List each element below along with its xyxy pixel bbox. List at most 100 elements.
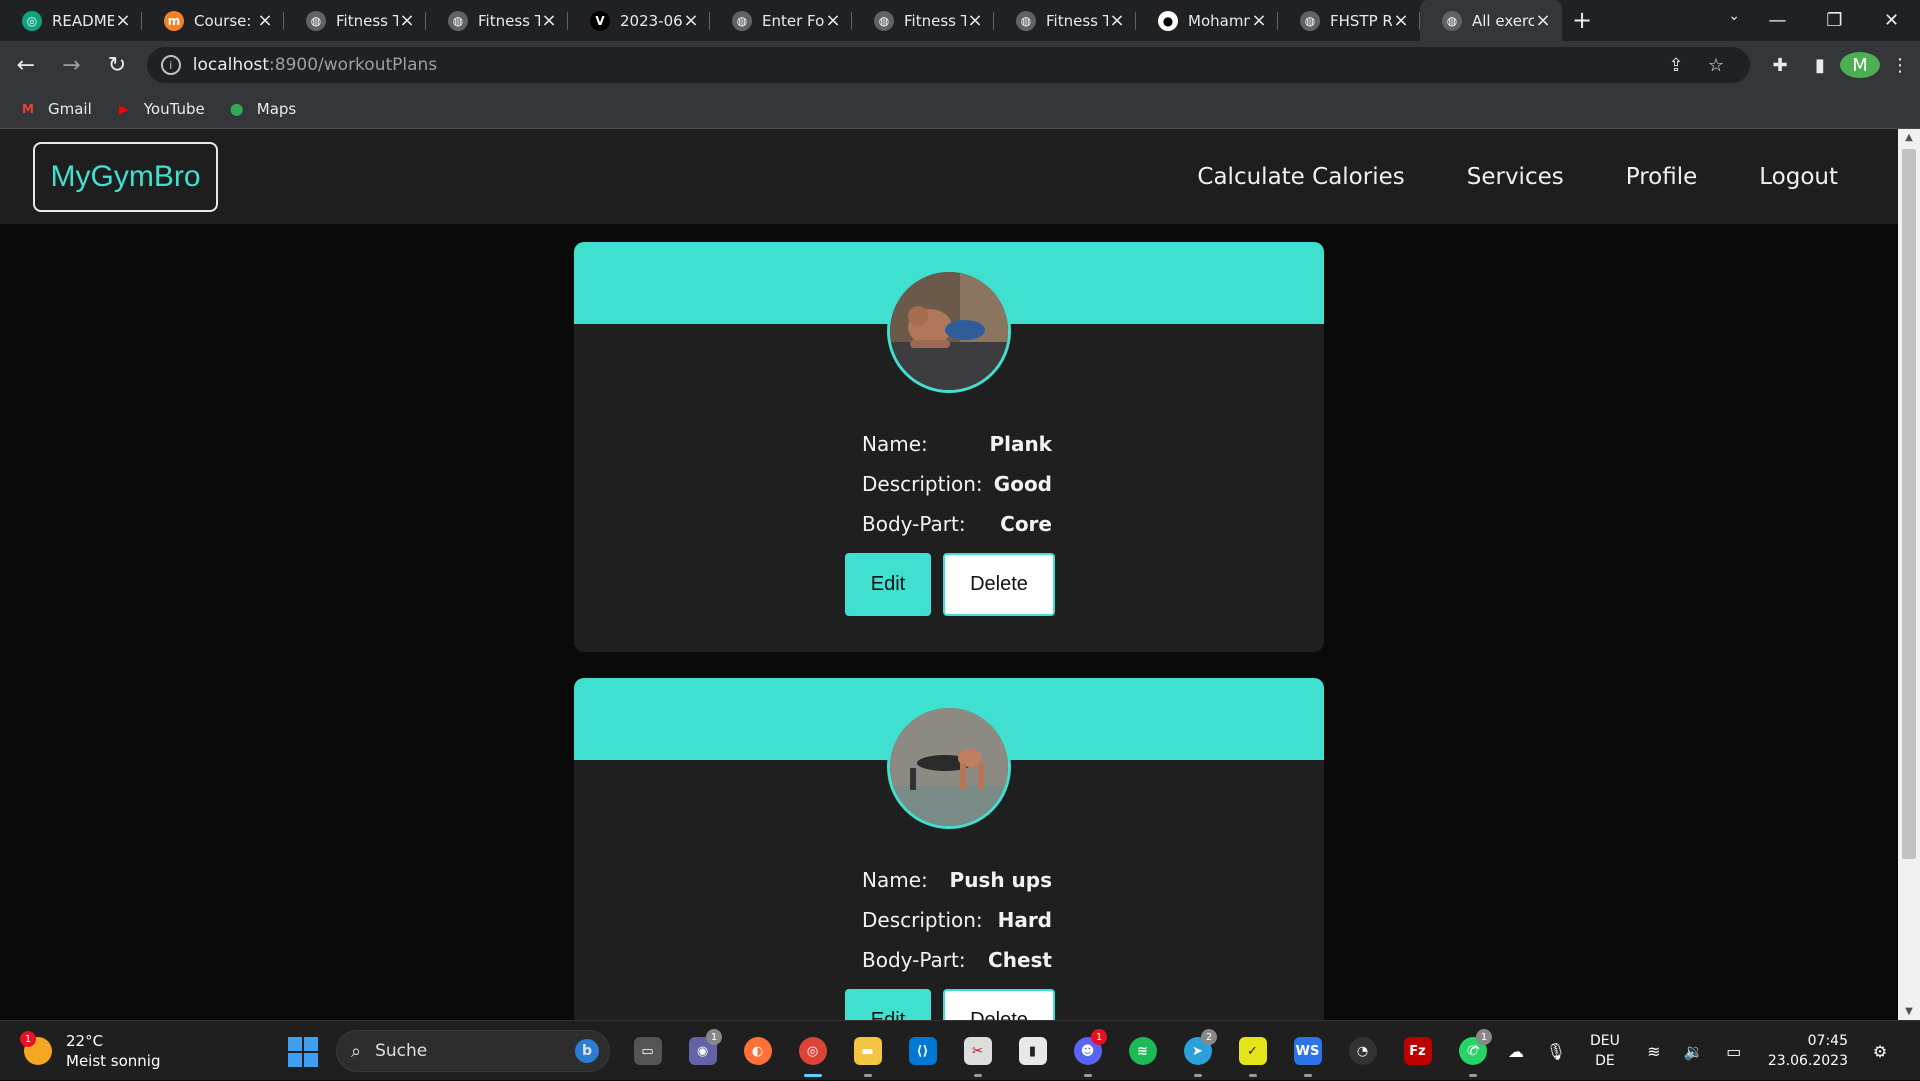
scroll-down-arrow-icon[interactable]: ▼ — [1898, 1006, 1920, 1017]
close-window-button[interactable]: ✕ — [1863, 10, 1920, 31]
delete-button[interactable]: Delete — [943, 989, 1055, 1020]
bookmark-youtube[interactable]: ▶ YouTube — [114, 100, 205, 118]
browser-tab[interactable]: ◍ FHSTP RI × — [1278, 0, 1420, 41]
browser-tab[interactable]: ◍ Enter Foo× — [710, 0, 852, 41]
nav-profile[interactable]: Profile — [1626, 164, 1698, 190]
file-explorer-icon[interactable]: ▬ — [840, 1031, 895, 1077]
browser-tab[interactable]: V 2023-06- × — [568, 0, 710, 41]
clock[interactable]: 07:45 23.06.2023 — [1768, 1031, 1848, 1071]
browser-tab[interactable]: m Course: 2× — [142, 0, 284, 41]
tab-favicon-icon: ◍ — [306, 10, 326, 31]
battery-icon[interactable]: ▭ — [1714, 1042, 1754, 1061]
tab-title: All exerci — [1472, 11, 1534, 30]
wifi-icon[interactable]: ≋ — [1634, 1042, 1674, 1061]
tab-close-icon[interactable]: × — [966, 10, 984, 31]
twitch-icon[interactable]: ▮ — [1005, 1031, 1060, 1071]
chrome-icon[interactable]: ◎ — [785, 1031, 840, 1077]
tab-close-icon[interactable]: × — [1534, 10, 1552, 31]
browser-tab[interactable]: ◍ All exerci × — [1420, 0, 1562, 41]
pinned-apps: ▭ ◉ 1 ◐ ◎ ▬ ⟨⟩ ✂ ▮ ☻ 1 ≋ ➤ 2 ✓ WS ◔ Fz ✆ 1 — [620, 1029, 1500, 1077]
exercise-photo — [887, 705, 1011, 829]
filezilla-icon[interactable]: Fz — [1390, 1031, 1445, 1071]
exercise-body-part: Core — [1000, 512, 1052, 536]
tab-close-icon[interactable]: × — [256, 10, 274, 31]
browser-tab[interactable]: ◍ Fitness Tr× — [426, 0, 568, 41]
url-text[interactable]: localhost:8900/workoutPlans — [193, 55, 1656, 75]
windows-taskbar: 1 22°C Meist sonnig ⌕ Suche b ▭ ◉ 1 ◐ ◎ ▬… — [0, 1020, 1920, 1080]
scrollbar-thumb[interactable] — [1902, 149, 1916, 859]
tab-close-icon[interactable]: × — [824, 10, 842, 31]
weather-widget[interactable]: 1 22°C Meist sonnig — [20, 1031, 161, 1071]
edit-button[interactable]: Edit — [845, 989, 931, 1020]
forward-arrow-icon[interactable]: → — [52, 53, 92, 78]
tab-close-icon[interactable]: × — [114, 10, 132, 31]
tab-close-icon[interactable]: × — [682, 10, 700, 31]
minimize-button[interactable]: — — [1749, 10, 1806, 31]
tab-close-icon[interactable]: × — [540, 10, 558, 31]
name-label: Name: — [862, 868, 928, 892]
tab-favicon-icon: ◍ — [1300, 10, 1320, 31]
taskbar-search[interactable]: ⌕ Suche b — [336, 1030, 610, 1072]
browser-tab[interactable]: ◍ Fitness Tr× — [852, 0, 994, 41]
volume-icon[interactable]: 🔉 — [1674, 1042, 1714, 1061]
tab-close-icon[interactable]: × — [1250, 10, 1268, 31]
nav-logout[interactable]: Logout — [1759, 164, 1838, 190]
microphone-icon[interactable]: 🎙 — [1536, 1042, 1576, 1061]
telegram-icon[interactable]: ➤ 2 — [1170, 1029, 1225, 1077]
tab-close-icon[interactable]: × — [1392, 10, 1410, 31]
exercise-card: Name: Push ups Description: Hard Body-Part… — [574, 678, 1324, 1020]
obs-icon[interactable]: ◔ — [1335, 1031, 1390, 1071]
weather-desc: Meist sonnig — [66, 1052, 161, 1070]
restore-button[interactable]: ❐ — [1806, 10, 1863, 31]
site-info-icon[interactable]: i — [160, 55, 181, 75]
extensions-puzzle-icon[interactable]: ✚ — [1760, 55, 1800, 76]
vscode-icon[interactable]: ⟨⟩ — [895, 1031, 950, 1071]
profile-avatar[interactable]: M — [1840, 52, 1880, 78]
firefox-icon[interactable]: ◐ — [730, 1031, 785, 1071]
new-tab-plus-icon[interactable]: + — [1562, 0, 1602, 41]
search-placeholder: Suche — [375, 1041, 428, 1061]
page-scrollbar[interactable]: ▲ ▼ — [1898, 129, 1920, 1020]
back-arrow-icon[interactable]: ← — [6, 53, 46, 78]
browser-tab[interactable]: ◍ Fitness Tr× — [284, 0, 426, 41]
bookmark-maps[interactable]: ⬤ Maps — [227, 100, 296, 118]
notifications-icon[interactable]: ⚙ — [1860, 1042, 1900, 1061]
exercise-name: Plank — [989, 432, 1052, 456]
task-view-icon[interactable]: ▭ — [620, 1031, 675, 1071]
bookmark-gmail[interactable]: M Gmail — [18, 100, 92, 118]
plank-photo-illustration — [890, 272, 1008, 390]
address-bar[interactable]: i localhost:8900/workoutPlans ⇪ ☆ — [146, 47, 1750, 83]
snipping-tool-icon[interactable]: ✂ — [950, 1031, 1005, 1077]
scroll-up-arrow-icon[interactable]: ▲ — [1898, 132, 1920, 143]
teams-chat-icon[interactable]: ◉ 1 — [675, 1029, 730, 1071]
cloud-icon[interactable]: ☁ — [1496, 1042, 1536, 1061]
browser-tab[interactable]: ◎ README × — [0, 0, 142, 41]
description-label: Description: — [862, 472, 983, 496]
share-icon[interactable]: ⇪ — [1656, 55, 1696, 76]
windows-start-icon[interactable] — [288, 1037, 318, 1067]
tab-close-icon[interactable]: × — [1108, 10, 1126, 31]
todo-checkmark-icon[interactable]: ✓ — [1225, 1031, 1280, 1077]
tab-title: Fitness Tr — [1046, 11, 1108, 30]
reload-icon[interactable]: ↻ — [97, 53, 137, 78]
webstorm-icon[interactable]: WS — [1280, 1031, 1335, 1077]
tab-favicon-icon: ◍ — [448, 10, 468, 31]
browser-tab[interactable]: ◍ Fitness Tr× — [994, 0, 1136, 41]
menu-kebab-icon[interactable]: ⋮ — [1880, 55, 1920, 76]
brand-logo[interactable]: MyGymBro — [33, 142, 218, 212]
language-indicator[interactable]: DEU DE — [1590, 1031, 1620, 1071]
browser-tab[interactable]: ● Mohamm× — [1136, 0, 1278, 41]
lang-bottom: DE — [1595, 1053, 1615, 1069]
nav-services[interactable]: Services — [1467, 164, 1564, 190]
delete-button[interactable]: Delete — [943, 553, 1055, 616]
chevron-up-icon[interactable]: ⌃ — [1456, 1042, 1496, 1061]
tab-search-chevron-icon[interactable]: ⌄ — [1728, 8, 1740, 24]
bookmark-star-icon[interactable]: ☆ — [1696, 55, 1736, 76]
spotify-icon[interactable]: ≋ — [1115, 1031, 1170, 1071]
discord-icon[interactable]: ☻ 1 — [1060, 1029, 1115, 1077]
tab-close-icon[interactable]: × — [398, 10, 416, 31]
nav-calculate-calories[interactable]: Calculate Calories — [1197, 164, 1404, 190]
side-panel-icon[interactable]: ▮ — [1800, 55, 1840, 76]
edit-button[interactable]: Edit — [845, 553, 931, 616]
bing-icon[interactable]: b — [575, 1039, 599, 1063]
